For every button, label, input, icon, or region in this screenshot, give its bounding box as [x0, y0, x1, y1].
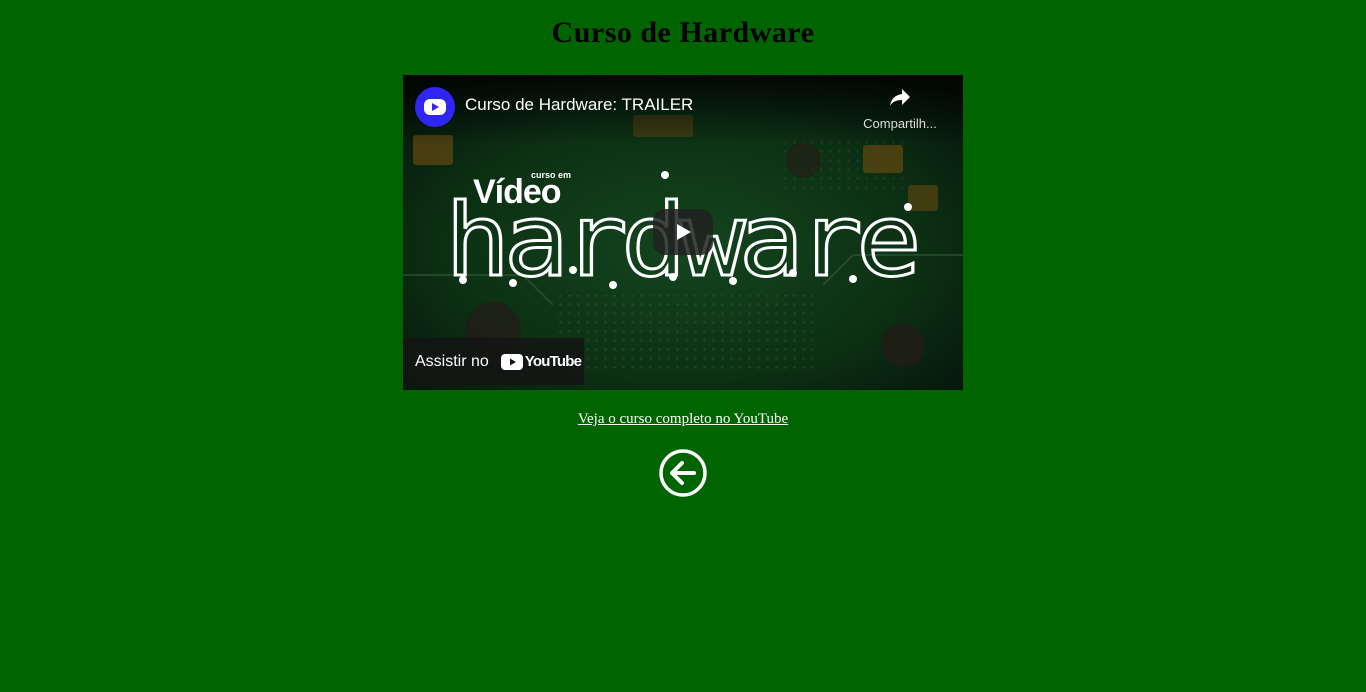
- share-label: Compartilh...: [863, 116, 937, 131]
- arrow-left-circle-icon: [659, 449, 707, 497]
- page-title: Curso de Hardware: [551, 16, 815, 49]
- play-icon: [677, 224, 691, 240]
- youtube-embed[interactable]: curso em Vídeo hardware Curso de Hardwar…: [403, 75, 963, 390]
- channel-avatar[interactable]: [415, 87, 455, 127]
- youtube-logo-text: YouTube: [524, 353, 582, 370]
- channel-avatar-icon: [424, 99, 446, 115]
- full-course-link[interactable]: Veja o curso completo no YouTube: [578, 411, 788, 427]
- course-link-container: Veja o curso completo no YouTube: [0, 411, 1366, 428]
- back-button[interactable]: [658, 448, 708, 498]
- youtube-logo: YouTube: [500, 353, 582, 370]
- page: Curso de Hardware curso em Vídeo Curso d…: [0, 0, 1366, 692]
- watch-on-youtube-button[interactable]: Assistir no YouTube: [403, 338, 584, 385]
- video-title[interactable]: Curso de Hardware: TRAILER: [465, 95, 693, 115]
- share-button[interactable]: Compartilh...: [855, 87, 945, 137]
- youtube-logo-icon: [500, 353, 523, 370]
- share-icon: [890, 89, 910, 106]
- play-button[interactable]: [653, 209, 713, 255]
- watch-on-label: Assistir no: [415, 352, 489, 370]
